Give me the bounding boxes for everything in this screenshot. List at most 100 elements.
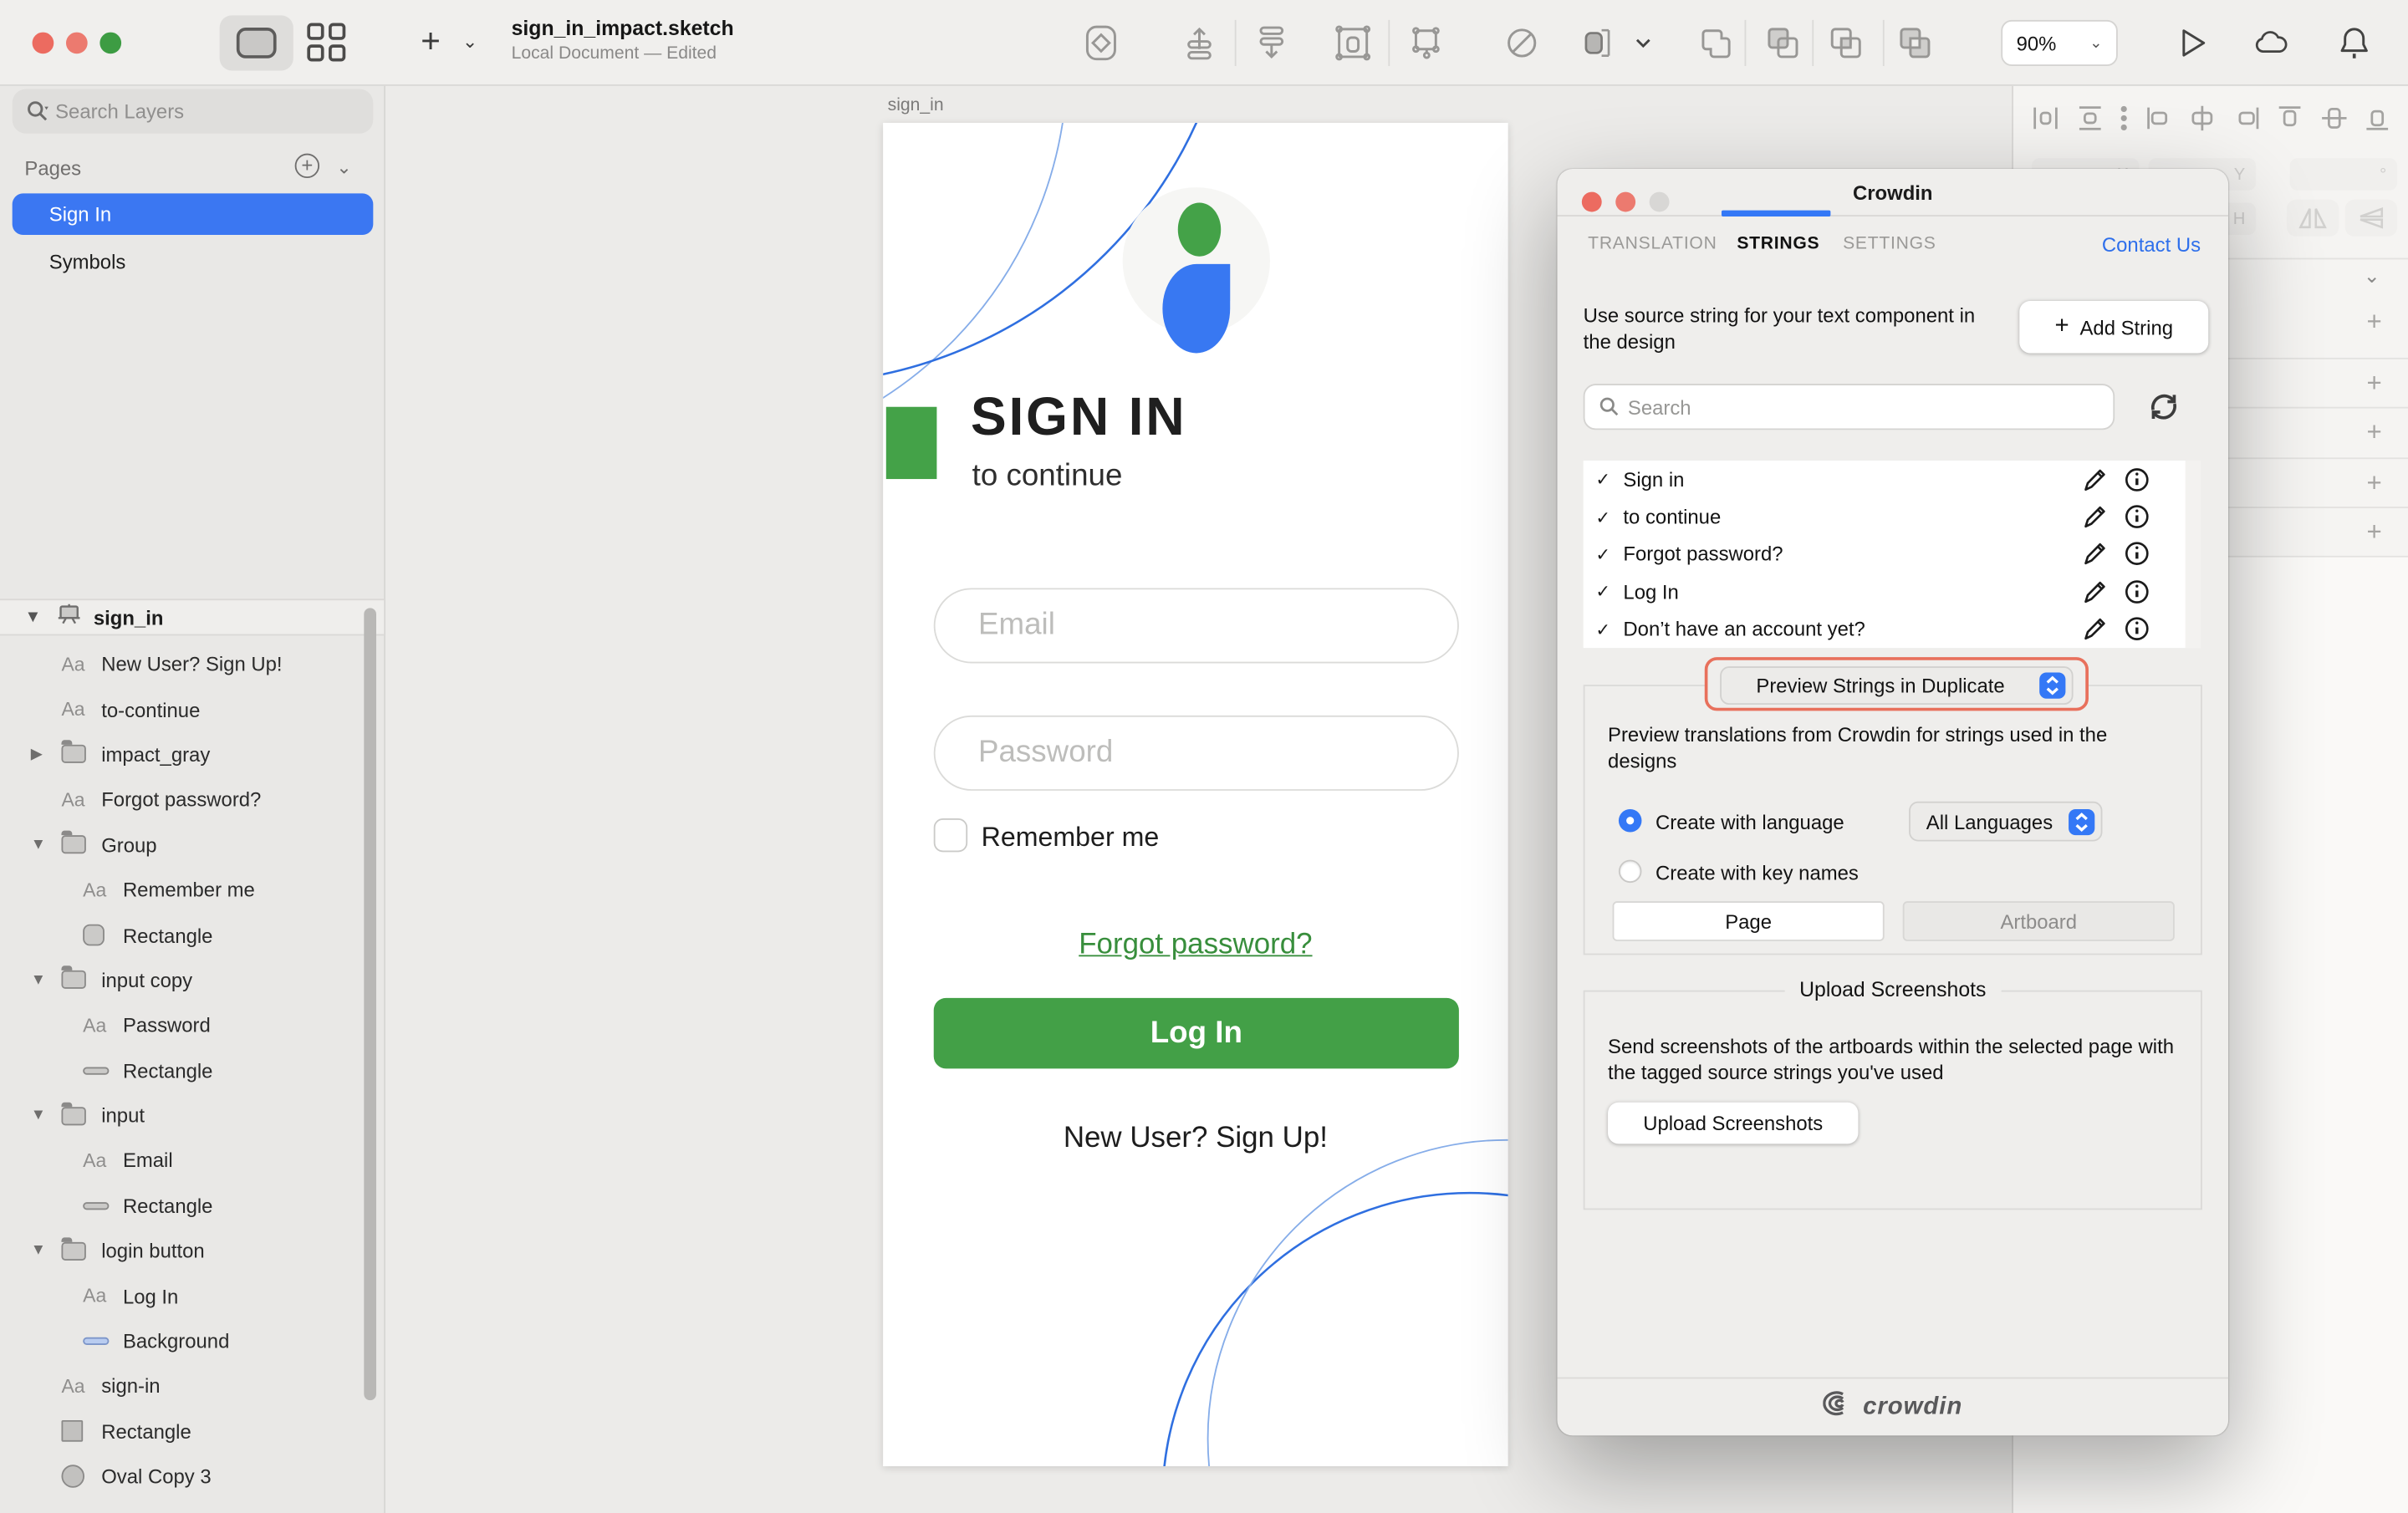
artboard-title-label[interactable]: sign_in: [888, 97, 944, 115]
minimize-window-button[interactable]: [66, 33, 88, 54]
info-icon[interactable]: [2124, 466, 2150, 492]
sign-in-artboard[interactable]: SIGN IN to continue Remember me Forgot p…: [883, 123, 1508, 1466]
align-center-horizontally-icon[interactable]: [2188, 104, 2216, 139]
layer-row[interactable]: Remember me: [0, 868, 384, 913]
layer-row[interactable]: sign-in: [0, 1363, 384, 1409]
source-string-row[interactable]: Log In: [1584, 573, 2201, 610]
align-right-icon[interactable]: [2232, 104, 2260, 139]
search-layers-field[interactable]: [13, 89, 374, 134]
add-style-icon[interactable]: +: [2367, 467, 2382, 498]
cloud-sync-icon[interactable]: [2252, 24, 2289, 61]
sign-up-text[interactable]: New User? Sign Up!: [883, 1123, 1508, 1156]
no-style-icon[interactable]: [1503, 24, 1540, 61]
edit-pencil-icon[interactable]: [2083, 541, 2109, 567]
more-options-icon[interactable]: [2120, 104, 2129, 139]
layer-chevron-icon[interactable]: ▶: [31, 746, 43, 763]
layer-row[interactable]: ▼ login button: [0, 1229, 384, 1274]
edit-pencil-icon[interactable]: [2083, 578, 2109, 604]
source-string-row[interactable]: to continue: [1584, 498, 2201, 536]
tab-settings[interactable]: SETTINGS: [1843, 235, 1936, 253]
close-window-button[interactable]: [33, 33, 54, 54]
info-icon[interactable]: [2124, 541, 2150, 567]
layer-row[interactable]: ▶ impact_gray: [0, 732, 384, 777]
layer-row[interactable]: Forgot password?: [0, 777, 384, 823]
zoom-window-button[interactable]: [99, 33, 121, 54]
layer-chevron-icon[interactable]: ▼: [31, 1242, 46, 1259]
layer-row[interactable]: Rectangle: [0, 1184, 384, 1229]
upload-screenshots-button[interactable]: Upload Screenshots: [1608, 1103, 1858, 1144]
distribute-vertically-icon[interactable]: [2075, 104, 2103, 139]
align-middle-vertically-icon[interactable]: [2319, 104, 2347, 139]
edit-pencil-icon[interactable]: [2083, 504, 2109, 530]
tab-translation[interactable]: TRANSLATION: [1588, 235, 1717, 253]
layer-row[interactable]: Log In: [0, 1274, 384, 1319]
contact-us-link[interactable]: Contact Us: [2102, 233, 2201, 257]
insert-chevron-icon[interactable]: ⌄: [462, 31, 477, 53]
preview-strings-dropdown[interactable]: Preview Strings in Duplicate: [1720, 666, 2073, 705]
send-backward-icon[interactable]: [1253, 24, 1290, 61]
layer-row[interactable]: New User? Sign Up!: [0, 642, 384, 687]
add-style-icon[interactable]: +: [2367, 418, 2382, 449]
strings-search-input[interactable]: [1628, 395, 2058, 419]
layer-row[interactable]: Rectangle: [0, 913, 384, 958]
page-item-sign-in[interactable]: Sign In: [13, 193, 374, 235]
add-page-icon[interactable]: +: [295, 154, 319, 178]
boolean-difference-icon[interactable]: [1896, 24, 1933, 61]
resize-constraints-icon[interactable]: [1582, 24, 1619, 61]
layer-row[interactable]: ▼ input copy: [0, 958, 384, 1003]
edit-pencil-icon[interactable]: [2083, 466, 2109, 492]
layer-chevron-icon[interactable]: ▼: [31, 972, 46, 989]
add-string-button[interactable]: + Add String: [2019, 301, 2208, 353]
page-button[interactable]: Page: [1613, 901, 1885, 941]
artboard-button[interactable]: Artboard: [1903, 901, 2175, 941]
zoom-level-dropdown[interactable]: 90% ⌄: [2001, 20, 2118, 66]
distribute-horizontally-icon[interactable]: [2032, 104, 2059, 139]
strings-search-field[interactable]: [1584, 384, 2115, 430]
insert-plus-button[interactable]: +: [421, 22, 441, 62]
add-style-icon[interactable]: +: [2367, 517, 2382, 548]
create-with-key-names-radio[interactable]: [1619, 860, 1642, 884]
refresh-icon[interactable]: [2147, 390, 2181, 424]
align-top-icon[interactable]: [2276, 104, 2303, 139]
layer-row[interactable]: Rectangle: [0, 1048, 384, 1093]
layer-row[interactable]: to-continue: [0, 687, 384, 732]
info-icon[interactable]: [2124, 578, 2150, 604]
search-layers-input[interactable]: [55, 99, 316, 123]
insert-artboard-icon[interactable]: [1083, 24, 1120, 61]
layer-row[interactable]: Password: [0, 1003, 384, 1048]
layer-chevron-icon[interactable]: ▼: [31, 1107, 46, 1123]
forgot-password-link[interactable]: Forgot password?: [883, 929, 1508, 962]
align-bottom-icon[interactable]: [2364, 104, 2391, 139]
add-style-icon[interactable]: +: [2367, 306, 2382, 337]
log-in-button[interactable]: Log In: [934, 998, 1459, 1068]
layers-scrollbar[interactable]: [364, 608, 376, 1400]
layer-row[interactable]: ▼ Group: [0, 823, 384, 868]
grid-view-toggle[interactable]: [307, 23, 347, 64]
page-item-symbols[interactable]: Symbols: [13, 241, 374, 283]
tab-strings[interactable]: STRINGS: [1737, 235, 1819, 253]
group-selection-icon[interactable]: [1334, 24, 1371, 61]
layer-chevron-icon[interactable]: ▼: [31, 837, 46, 853]
layer-row[interactable]: Oval Copy 3: [0, 1454, 384, 1499]
preview-play-icon[interactable]: [2175, 24, 2212, 61]
add-style-icon[interactable]: +: [2367, 368, 2382, 399]
create-with-language-radio[interactable]: [1619, 809, 1642, 833]
info-icon[interactable]: [2124, 504, 2150, 530]
layer-row[interactable]: ▼ input: [0, 1093, 384, 1139]
source-string-row[interactable]: Don’t have an account yet?: [1584, 610, 2201, 648]
source-string-row[interactable]: Sign in: [1584, 461, 2201, 498]
edit-points-icon[interactable]: [1408, 24, 1445, 61]
canvas-view-toggle[interactable]: [220, 15, 293, 70]
edit-pencil-icon[interactable]: [2083, 616, 2109, 642]
pages-collapse-chevron-icon[interactable]: ⌄: [336, 156, 351, 178]
align-left-icon[interactable]: [2145, 104, 2172, 139]
boolean-intersect-icon[interactable]: [1828, 24, 1865, 61]
email-field[interactable]: [934, 588, 1459, 663]
layer-row[interactable]: Rectangle: [0, 1409, 384, 1454]
bring-forward-icon[interactable]: [1181, 24, 1217, 61]
all-languages-dropdown[interactable]: All Languages: [1909, 802, 2102, 842]
layer-row[interactable]: Background: [0, 1318, 384, 1363]
password-field[interactable]: [934, 716, 1459, 791]
artboard-layers-header[interactable]: ▼ sign_in: [0, 599, 384, 635]
info-icon[interactable]: [2124, 616, 2150, 642]
